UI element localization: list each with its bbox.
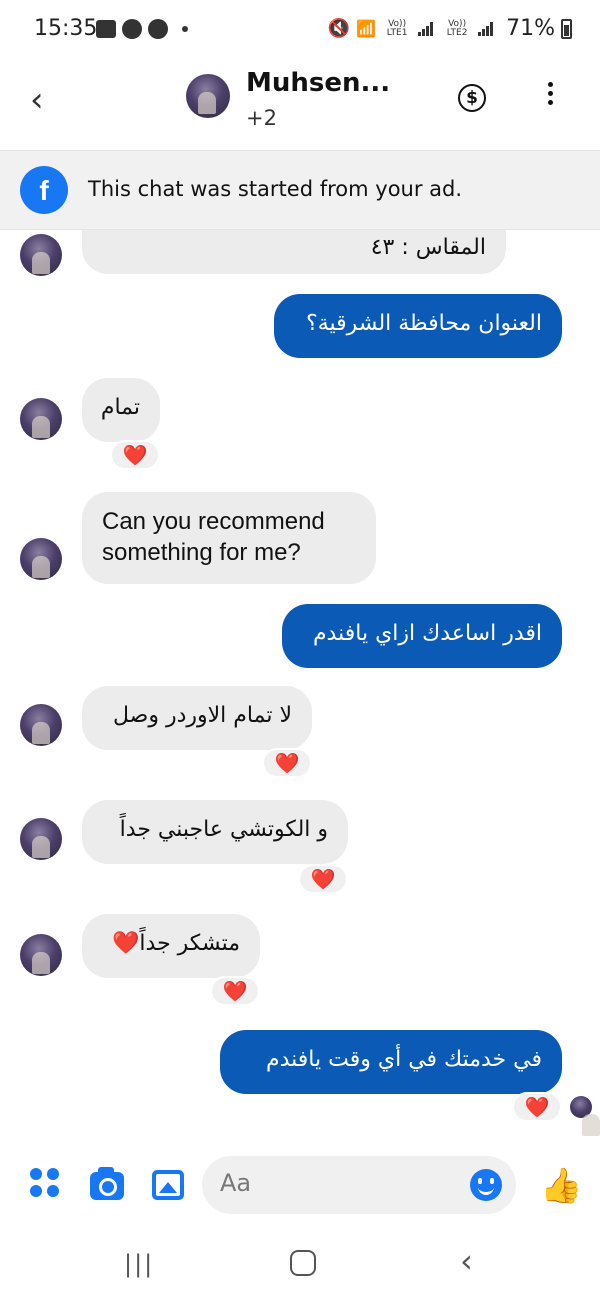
sender-avatar <box>20 818 62 860</box>
contact-name[interactable]: Muhsen... <box>246 68 390 98</box>
signal-icon <box>418 21 436 36</box>
ad-banner-text: This chat was started from your ad. <box>88 177 463 201</box>
heart-reaction[interactable]: ❤️ <box>210 976 260 1006</box>
facebook-icon: f <box>20 166 68 214</box>
incoming-message[interactable]: Can you recommend something for me? <box>82 492 376 584</box>
contact-avatar[interactable] <box>186 74 230 118</box>
incoming-message[interactable]: لا تمام الاوردر وصل <box>82 686 312 750</box>
heart-reaction[interactable]: ❤️ <box>262 748 312 778</box>
status-bar: 15:35 🔇 📶 Vo)) LTE1 Vo)) LTE2 71% <box>0 0 600 58</box>
nav-back-icon[interactable]: ‹ <box>460 1242 473 1280</box>
signal-icon-2 <box>478 21 496 36</box>
home-icon[interactable] <box>290 1250 316 1276</box>
incoming-message[interactable]: و الكوتشي عاجبني جداً <box>82 800 348 864</box>
message-input-placeholder: Aa <box>220 1169 252 1197</box>
sender-avatar <box>20 398 62 440</box>
more-notifications-icon <box>182 26 188 32</box>
recent-apps-icon[interactable]: ||| <box>124 1250 154 1278</box>
more-options-icon[interactable] <box>548 82 554 109</box>
back-arrow-icon[interactable]: ‹ <box>30 80 44 120</box>
lte2-label: Vo)) LTE2 <box>446 18 468 38</box>
gallery-icon[interactable] <box>152 1170 184 1200</box>
heart-reaction[interactable]: ❤️ <box>110 440 160 470</box>
incoming-message[interactable]: متشكر جداً❤️ <box>82 914 260 978</box>
wifi-icon: 📶 <box>356 19 377 38</box>
whatsapp-notification-icon <box>122 19 142 39</box>
thumbs-up-icon[interactable]: 👍 <box>540 1166 582 1206</box>
outgoing-message[interactable]: في خدمتك في أي وقت يافندم <box>220 1030 562 1094</box>
battery-icon <box>561 18 572 39</box>
seen-receipt-avatar <box>570 1096 600 1136</box>
payment-dollar-icon[interactable]: $ <box>458 84 486 112</box>
heart-reaction[interactable]: ❤️ <box>512 1092 562 1122</box>
mute-icon: 🔇 <box>327 18 351 39</box>
chat-header: ‹ Muhsen... +2 $ <box>0 58 600 150</box>
emoji-icon[interactable] <box>470 1169 502 1201</box>
sender-avatar <box>20 934 62 976</box>
message-list[interactable]: المقاس : ٤٣ العنوان محافظة الشرقية؟ تمام… <box>0 230 600 1140</box>
system-nav-bar: ||| ‹ <box>0 1228 600 1300</box>
message-composer: Aa 👍 <box>0 1140 600 1228</box>
apps-icon[interactable] <box>30 1168 60 1198</box>
messenger-notification-icon <box>148 19 168 39</box>
incoming-message[interactable]: المقاس : ٤٣ <box>82 230 506 274</box>
incoming-message[interactable]: تمام <box>82 378 160 442</box>
camera-icon[interactable] <box>90 1167 124 1200</box>
sender-avatar <box>20 538 62 580</box>
status-time: 15:35 <box>34 16 98 41</box>
participant-count: +2 <box>246 106 277 130</box>
battery-percent: 71% <box>506 16 555 41</box>
lte1-label: Vo)) LTE1 <box>386 18 408 38</box>
outgoing-message[interactable]: اقدر اساعدك ازاي يافندم <box>282 604 562 668</box>
outgoing-message[interactable]: العنوان محافظة الشرقية؟ <box>274 294 562 358</box>
gallery-notification-icon <box>96 20 116 38</box>
sender-avatar <box>20 234 62 276</box>
message-input[interactable]: Aa <box>202 1156 516 1214</box>
heart-reaction[interactable]: ❤️ <box>298 864 348 894</box>
ad-banner: f This chat was started from your ad. <box>0 150 600 230</box>
sender-avatar <box>20 704 62 746</box>
